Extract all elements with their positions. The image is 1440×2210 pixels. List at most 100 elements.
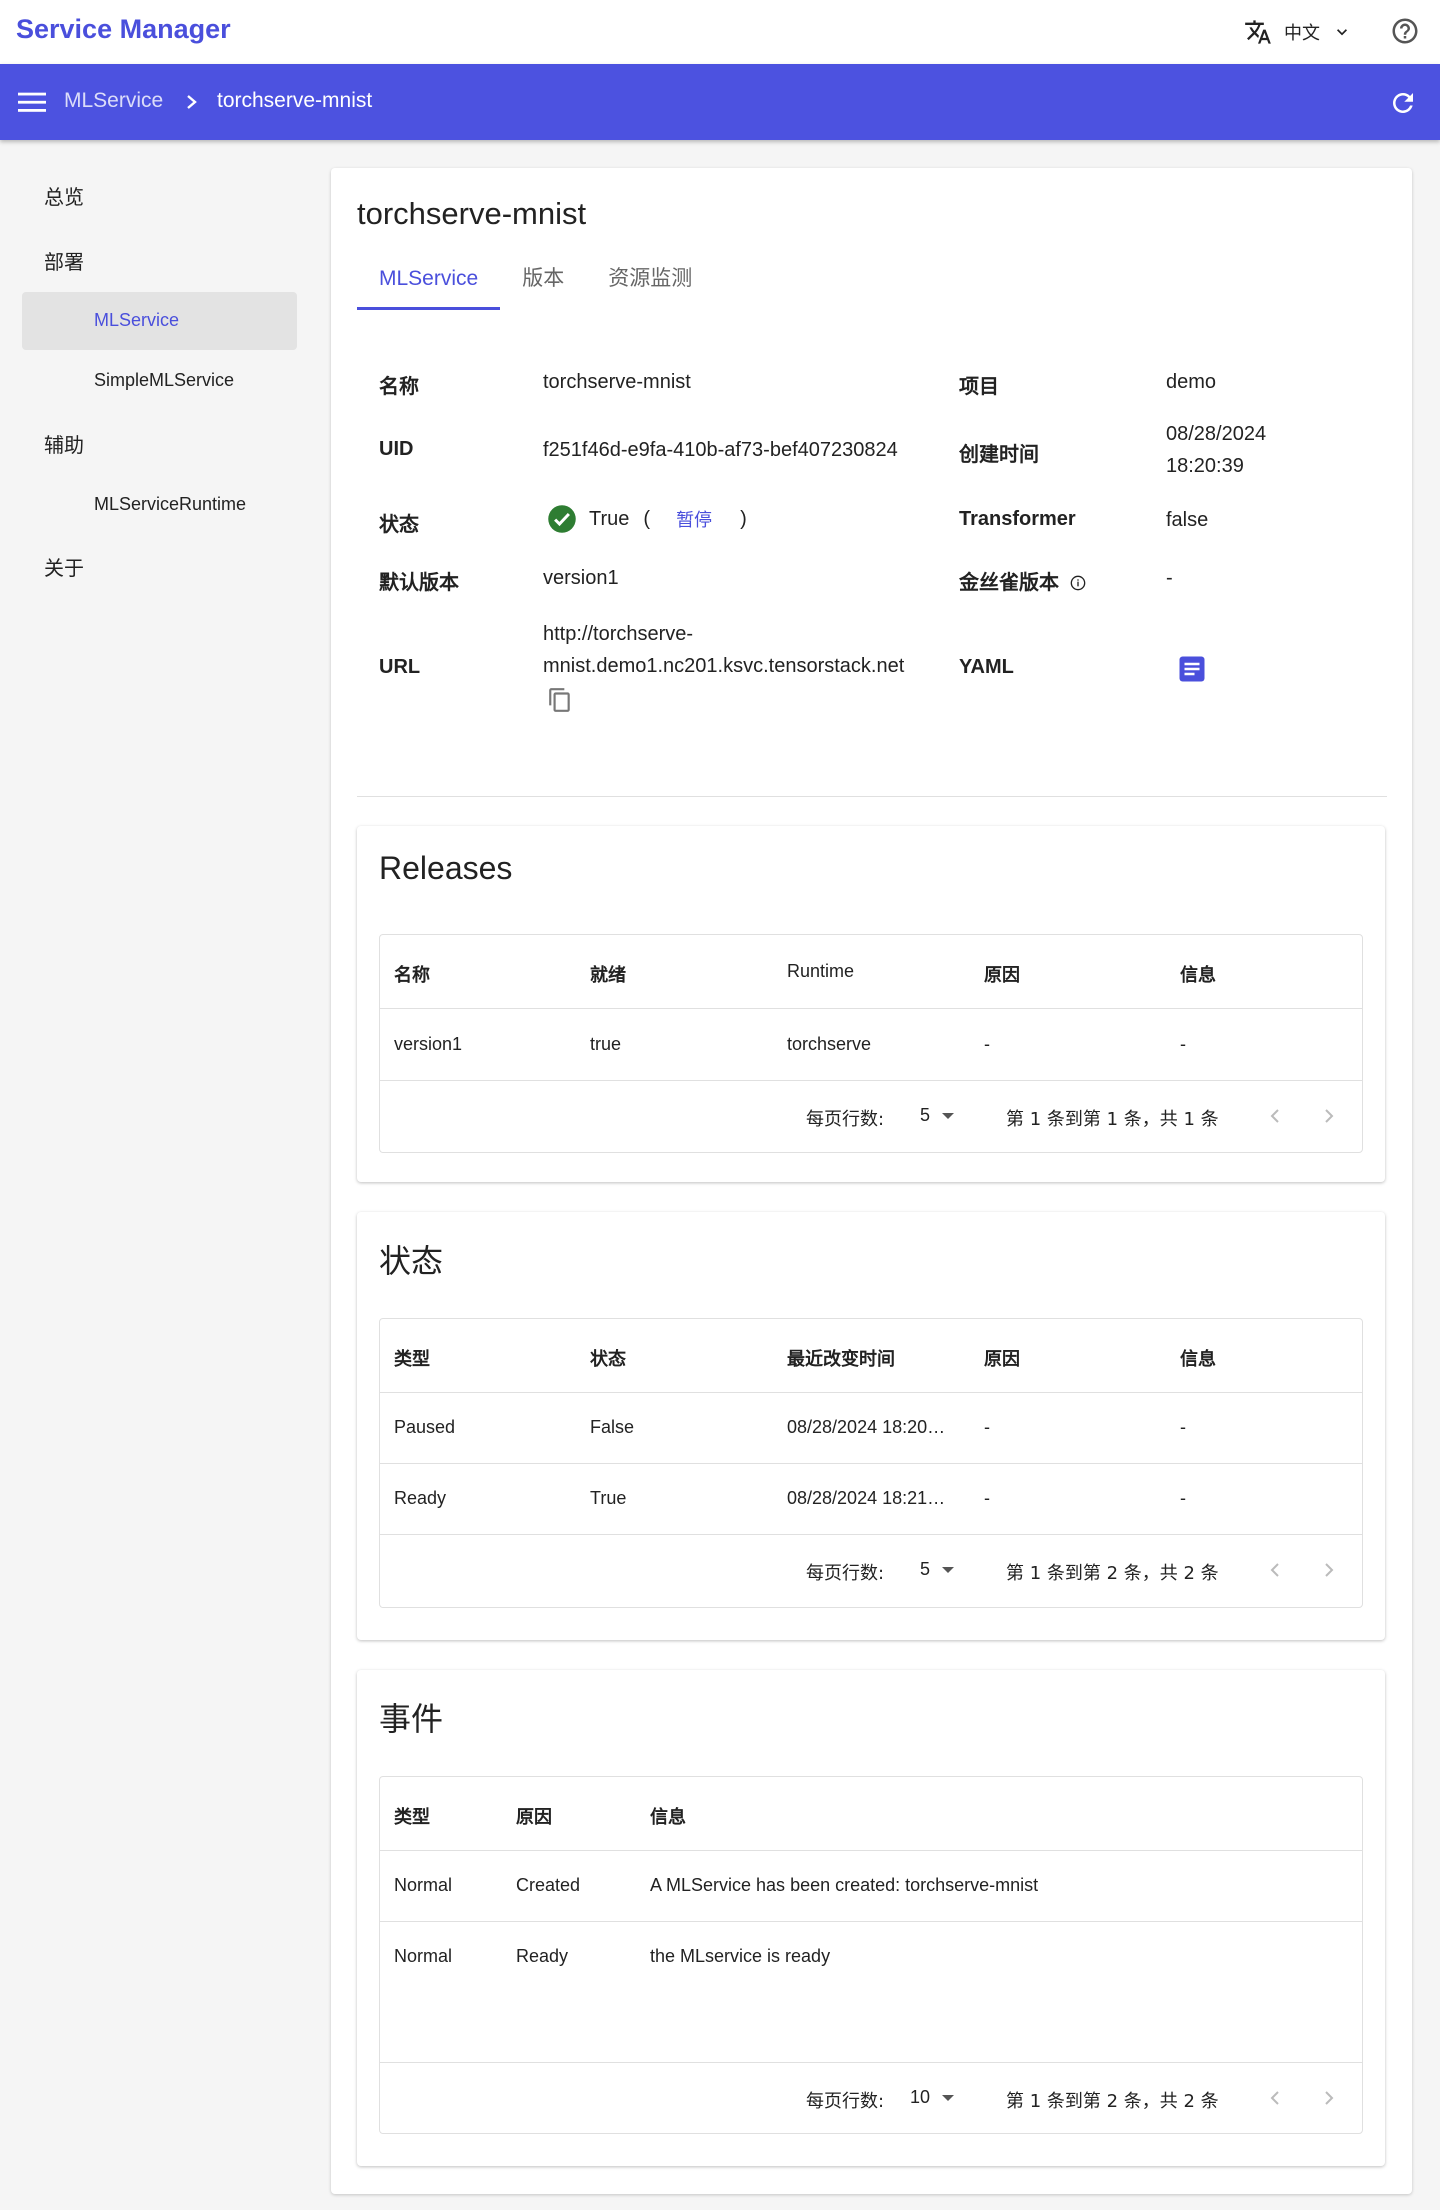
- rows-per-page-select[interactable]: 10: [910, 2087, 930, 2108]
- status-table: 类型 状态 最近改变时间 原因 信息 Paused False 08/28/20…: [379, 1318, 1363, 1608]
- tab-versions[interactable]: 版本: [500, 260, 586, 310]
- pagination: 每页行数: 5 第 1 条到第 2 条，共 2 条: [380, 1535, 1362, 1605]
- url-line-2[interactable]: mnist.demo1.nc201.ksvc.tensorstack.net: [543, 650, 904, 682]
- translate-icon: [1245, 20, 1271, 44]
- chevron-left-icon[interactable]: [1268, 2088, 1282, 2108]
- sidebar-item-mlservice[interactable]: MLService: [22, 292, 297, 350]
- rows-per-page-label: 每页行数:: [806, 1563, 885, 1584]
- sidebar-item-simplemlservice[interactable]: SimpleMLService: [22, 352, 297, 410]
- column-header: 最近改变时间: [787, 1349, 895, 1370]
- sidebar-item-mlserviceruntime[interactable]: MLServiceRuntime: [22, 476, 297, 534]
- table-cell: A MLService has been created: torchserve…: [650, 1875, 1039, 1895]
- pagination-range: 第 1 条到第 1 条，共 1 条: [1006, 1109, 1219, 1130]
- chevron-left-icon[interactable]: [1268, 1560, 1282, 1580]
- rows-per-page-label: 每页行数:: [806, 2091, 885, 2112]
- breadcrumb-bar: MLService torchserve-mnist: [0, 64, 1440, 140]
- sidebar-item-about[interactable]: 关于: [44, 552, 84, 581]
- table-row[interactable]: Normal Created A MLService has been crea…: [380, 1851, 1362, 1922]
- table-cell: version1: [394, 1034, 463, 1054]
- table-row[interactable]: Paused False 08/28/2024 18:20… - -: [380, 1393, 1362, 1464]
- chevron-right-icon[interactable]: [1322, 1560, 1336, 1580]
- created-date: 08/28/2024: [1166, 423, 1267, 445]
- table-cell: True: [590, 1488, 627, 1508]
- column-header: 类型: [394, 1349, 430, 1370]
- help-icon[interactable]: [1390, 16, 1420, 46]
- pagination-range: 第 1 条到第 2 条，共 2 条: [1006, 2091, 1219, 2112]
- table-cell: 08/28/2024 18:21…: [787, 1488, 946, 1508]
- divider: [357, 796, 1387, 797]
- url-line-1[interactable]: http://torchserve-: [543, 618, 693, 650]
- language-selector[interactable]: 中文: [1244, 18, 1352, 46]
- status-text: True: [589, 507, 630, 530]
- created-label: 创建时间: [959, 442, 1039, 466]
- chevron-down-icon: [1337, 29, 1347, 36]
- document-icon[interactable]: [1177, 654, 1207, 684]
- events-table: 类型 原因 信息 Normal Created A MLService has …: [379, 1776, 1363, 2134]
- column-header: Runtime: [787, 961, 855, 981]
- breadcrumb-root[interactable]: MLService: [64, 89, 163, 113]
- status-title: 状态: [379, 1242, 444, 1280]
- rows-per-page-label: 每页行数:: [806, 1109, 885, 1130]
- url-label: URL: [379, 656, 421, 678]
- chevron-right-icon: [187, 95, 197, 109]
- table-cell: Normal: [394, 1875, 453, 1895]
- releases-table: 名称 就绪 Runtime 原因 信息 version1 true torchs…: [379, 934, 1363, 1153]
- table-header: 名称 就绪 Runtime 原因 信息: [380, 935, 1362, 1009]
- table-cell: Ready: [394, 1488, 447, 1508]
- copy-icon[interactable]: [547, 686, 573, 714]
- column-header: 原因: [984, 965, 1020, 986]
- caret-down-icon[interactable]: [942, 1113, 954, 1119]
- status-paren-close: ): [740, 507, 747, 530]
- transformer-label: Transformer: [959, 508, 1076, 530]
- breadcrumb-current: torchserve-mnist: [217, 89, 373, 112]
- pause-link[interactable]: 暂停: [676, 506, 712, 532]
- table-cell: true: [590, 1034, 622, 1054]
- chevron-right-icon[interactable]: [1322, 1106, 1336, 1126]
- sidebar-group-aux: 辅助: [44, 433, 84, 457]
- rows-per-page-select[interactable]: 5: [920, 1105, 930, 1126]
- tab-mlservice[interactable]: MLService: [357, 260, 501, 310]
- refresh-icon[interactable]: [1388, 88, 1418, 118]
- rows-per-page-select[interactable]: 5: [920, 1559, 930, 1580]
- default-version-label: 默认版本: [379, 570, 459, 594]
- status-card: 状态 类型 状态 最近改变时间 原因 信息 Paused False 08/28…: [357, 1212, 1385, 1640]
- column-header: 信息: [1180, 965, 1216, 986]
- column-header: 原因: [516, 1807, 552, 1828]
- table-row[interactable]: Normal Ready the MLservice is ready: [380, 1922, 1362, 2063]
- caret-down-icon[interactable]: [942, 1567, 954, 1573]
- releases-card: Releases 名称 就绪 Runtime 原因 信息 version1 tr…: [357, 826, 1385, 1182]
- chevron-left-icon[interactable]: [1268, 1106, 1282, 1126]
- project-label: 项目: [959, 374, 999, 398]
- column-header: 就绪: [590, 965, 626, 986]
- status-value: True ( 暂停 ): [547, 504, 747, 534]
- top-app-bar: Service Manager 中文: [0, 0, 1440, 64]
- pagination-range: 第 1 条到第 2 条，共 2 条: [1006, 1563, 1219, 1584]
- chevron-right-icon[interactable]: [1322, 2088, 1336, 2108]
- table-header: 类型 状态 最近改变时间 原因 信息: [380, 1319, 1362, 1393]
- releases-title: Releases: [379, 850, 513, 886]
- name-label: 名称: [379, 374, 419, 398]
- status-label: 状态: [379, 512, 419, 536]
- table-cell: -: [1180, 1488, 1186, 1508]
- sidebar-item-overview[interactable]: 总览: [44, 181, 84, 210]
- table-row[interactable]: version1 true torchserve - -: [380, 1009, 1362, 1081]
- pagination: 每页行数: 10 第 1 条到第 2 条，共 2 条: [380, 2063, 1362, 2133]
- column-header: 原因: [984, 1349, 1020, 1370]
- tab-monitoring[interactable]: 资源监测: [586, 260, 714, 310]
- table-cell: 08/28/2024 18:20…: [787, 1417, 946, 1437]
- caret-down-icon[interactable]: [942, 2095, 954, 2101]
- info-icon[interactable]: [1070, 575, 1086, 591]
- table-cell: False: [590, 1417, 635, 1437]
- sidebar-group-deploy: 部署: [44, 250, 84, 274]
- table-cell: -: [984, 1488, 990, 1508]
- transformer-value: false: [1166, 509, 1209, 531]
- runtime-link[interactable]: torchserve: [787, 1034, 871, 1055]
- table-cell: -: [984, 1417, 990, 1437]
- table-row[interactable]: Ready True 08/28/2024 18:21… - -: [380, 1464, 1362, 1535]
- page-title: torchserve-mnist: [357, 196, 587, 231]
- uid-value: f251f46d-e9fa-410b-af73-bef407230824: [543, 439, 898, 461]
- yaml-label: YAML: [959, 656, 1014, 678]
- menu-icon[interactable]: [18, 90, 46, 114]
- events-card: 事件 类型 原因 信息 Normal Created A MLService h…: [357, 1670, 1385, 2166]
- canary-value: -: [1166, 567, 1173, 589]
